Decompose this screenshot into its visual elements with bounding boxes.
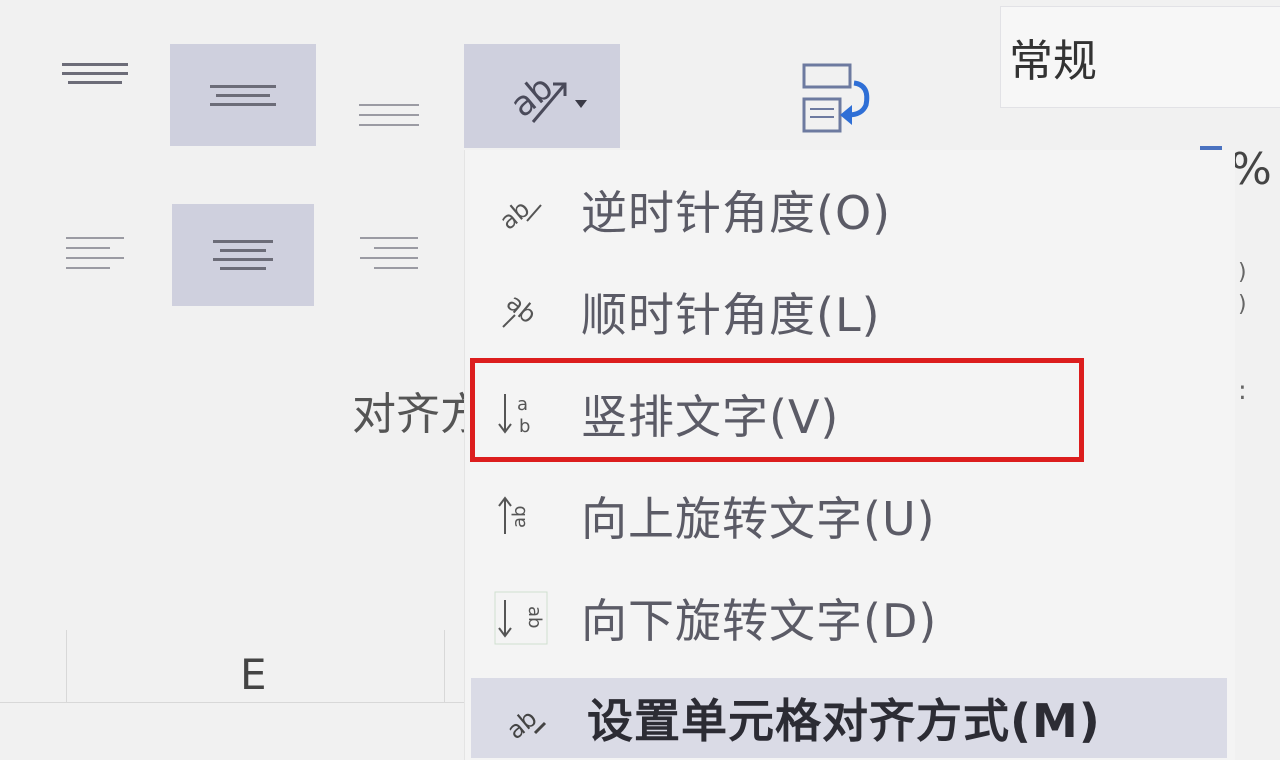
counterclockwise-angle-icon: ab [493, 180, 549, 240]
align-center-icon [213, 237, 273, 273]
align-bottom-button[interactable] [356, 92, 422, 138]
paren-top-glyph: ) [1238, 260, 1247, 285]
clockwise-angle-icon: ab [493, 282, 549, 342]
svg-text:ab: ab [503, 68, 561, 126]
paren-bottom-glyph: ) [1238, 292, 1247, 317]
menu-item-counterclockwise[interactable]: ab 逆时针角度(O) [465, 160, 1225, 260]
menu-item-format-cells-alignment[interactable]: ab 设置单元格对齐方式(M) [471, 678, 1227, 758]
highlight-box [470, 358, 1084, 462]
rotate-text-up-icon: ab [493, 486, 549, 546]
wrap-text-button[interactable] [784, 52, 884, 142]
svg-text:ab: ab [509, 506, 530, 528]
menu-footer-label: 设置单元格对齐方式(M) [587, 694, 1101, 748]
rotate-text-down-icon: ab [493, 588, 549, 648]
percent-icon[interactable]: % [1230, 144, 1272, 195]
menu-item-rotate-up[interactable]: ab 向上旋转文字(U) [465, 466, 1225, 566]
svg-text:ab: ab [494, 195, 535, 235]
align-left-button[interactable] [62, 222, 128, 284]
menu-item-label: 顺时针角度(L) [581, 288, 881, 342]
text-orientation-button[interactable]: ab [464, 44, 620, 148]
grid-line [444, 630, 445, 702]
menu-item-label: 逆时针角度(O) [581, 186, 892, 240]
align-right-button[interactable] [356, 222, 422, 284]
grid-line [66, 630, 67, 702]
column-header-e[interactable]: E [240, 650, 267, 699]
wrap-text-icon [802, 63, 870, 133]
grid-line [0, 702, 470, 703]
menu-item-clockwise[interactable]: ab 顺时针角度(L) [465, 262, 1225, 362]
align-center-button[interactable] [172, 204, 314, 306]
align-bottom-icon [359, 100, 419, 130]
align-top-icon [62, 60, 128, 87]
align-left-icon [66, 233, 124, 273]
colon-glyph: : [1238, 376, 1247, 406]
menu-item-rotate-down[interactable]: ab 向下旋转文字(D) [465, 568, 1225, 668]
svg-text:ab: ab [524, 606, 545, 628]
svg-text:ab: ab [501, 704, 542, 743]
align-top-button[interactable] [58, 48, 132, 98]
menu-item-label: 向上旋转文字(U) [581, 492, 936, 546]
align-middle-icon [210, 82, 276, 109]
align-right-icon [360, 233, 418, 273]
menu-item-label: 向下旋转文字(D) [581, 594, 938, 648]
format-alignment-icon: ab [499, 688, 555, 748]
number-format-select[interactable]: 常规 [1000, 6, 1280, 108]
align-middle-button[interactable] [170, 44, 316, 146]
text-orientation-icon: ab [503, 68, 587, 126]
